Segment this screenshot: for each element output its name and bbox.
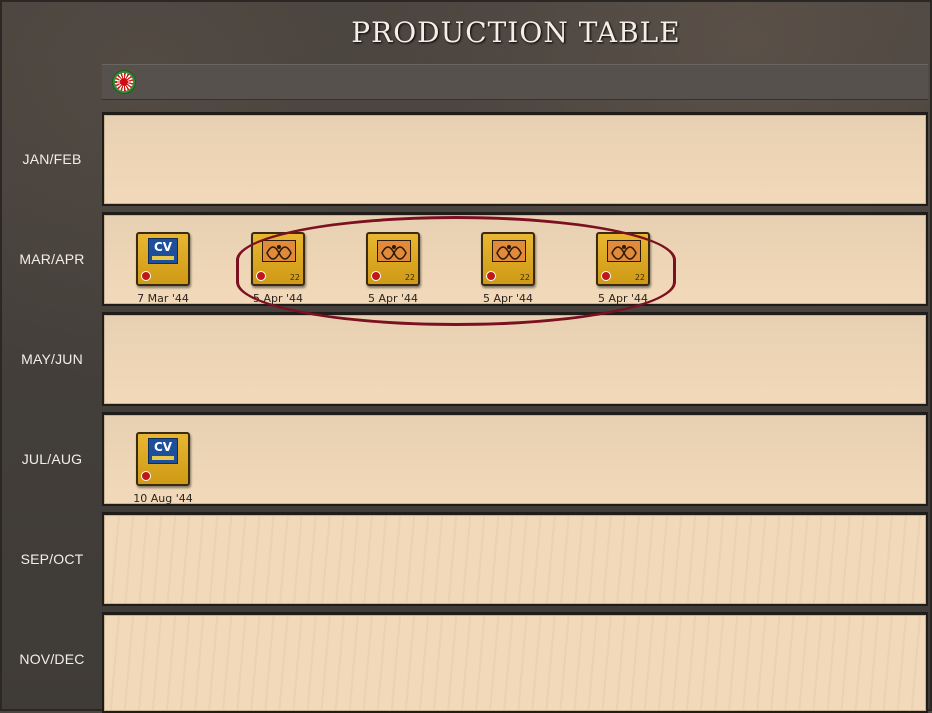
page-title: PRODUCTION TABLE [351,16,681,49]
nation-marker-icon [256,271,266,281]
row-panel-jan-feb[interactable] [102,112,928,206]
unit-date: 5 Apr '44 [252,292,304,305]
unit-strength-badge: 22 [289,273,300,282]
nation-marker-icon [141,471,151,481]
row-panel-sep-oct[interactable] [102,512,928,606]
tactical-air-unit-icon [377,240,411,262]
carrier-unit-icon: CV [148,438,178,464]
nation-marker-icon [601,271,611,281]
unit-counter-tactical-air[interactable]: 22 [596,232,650,286]
unit-strength-badge: 22 [634,273,645,282]
tactical-air-unit-icon [262,240,296,262]
unit-date: 10 Aug '44 [133,492,193,505]
row-label-mar-apr: MAR/APR [19,251,85,267]
row-label-nov-dec: NOV/DEC [19,651,85,667]
nation-marker-icon [141,271,151,281]
row-label-may-jun: MAY/JUN [21,351,83,367]
row-label-jul-aug: JUL/AUG [21,451,83,467]
unit-date: 5 Apr '44 [482,292,534,305]
row-label-jan-feb: JAN/FEB [22,151,82,167]
unit-counter-tactical-air[interactable]: 22 [481,232,535,286]
unit-date: 5 Apr '44 [367,292,419,305]
row-label-sep-oct: SEP/OCT [20,551,84,567]
row-panel-nov-dec[interactable] [102,612,928,713]
production-window: PRODUCTION TABLE JAN/FEB MAR/APR MAY/JUN… [0,0,932,713]
faction-bar [102,64,928,100]
unit-strength-badge: 22 [404,273,415,282]
nation-marker-icon [371,271,381,281]
carrier-unit-icon: CV [148,238,178,264]
unit-counter-cv[interactable]: CV [136,232,190,286]
unit-counter-tactical-air[interactable]: 22 [251,232,305,286]
unit-counter-tactical-air[interactable]: 22 [366,232,420,286]
row-panel-jul-aug[interactable] [102,412,928,506]
unit-date: 5 Apr '44 [597,292,649,305]
tactical-air-unit-icon [607,240,641,262]
unit-counter-cv[interactable]: CV [136,432,190,486]
tactical-air-unit-icon [492,240,526,262]
japan-flag-icon[interactable] [112,70,136,94]
nation-marker-icon [486,271,496,281]
unit-date: 7 Mar '44 [137,292,189,305]
unit-strength-badge: 22 [519,273,530,282]
row-panel-may-jun[interactable] [102,312,928,406]
